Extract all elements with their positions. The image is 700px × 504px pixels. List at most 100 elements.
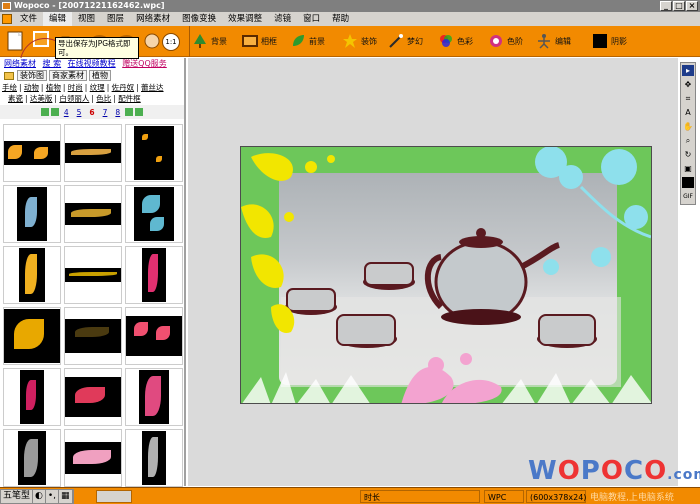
ime-punct-icon[interactable]: •, xyxy=(46,490,60,503)
next-page-icon[interactable] xyxy=(125,108,134,116)
menu-view[interactable]: 视图 xyxy=(72,12,101,26)
ime-mode[interactable]: 五笔型 xyxy=(1,490,34,503)
category-item[interactable]: 佐丹奴 xyxy=(112,83,135,92)
category-item[interactable]: 蕾丝达 xyxy=(141,83,164,92)
tool-color[interactable]: 色彩 xyxy=(438,32,473,50)
ime-keyboard-icon[interactable]: ▦ xyxy=(59,490,73,503)
thumbnail[interactable] xyxy=(125,307,183,365)
document-icon xyxy=(2,14,12,24)
menu-window[interactable]: 窗口 xyxy=(297,12,326,26)
edit-figure-icon xyxy=(538,34,550,49)
tooltip: 导出保存为JPG格式即可。 xyxy=(55,37,139,59)
status-watermark: 电脑教程,上电脑系统 xyxy=(590,493,674,503)
page-current: 6 xyxy=(89,107,95,117)
tool-levels[interactable]: 色阶 xyxy=(488,32,523,50)
menu-layer[interactable]: 图层 xyxy=(101,12,130,26)
category-item[interactable]: 色比 xyxy=(96,94,111,103)
prev-page-icon[interactable] xyxy=(50,108,59,116)
page-link[interactable]: 5 xyxy=(77,108,82,117)
title-bar: Wopoco - [20071221162462.wpc] _ □ × xyxy=(0,0,700,12)
thumbnail[interactable] xyxy=(3,307,61,365)
thumbnail[interactable] xyxy=(64,246,122,304)
hand-tool-icon[interactable]: ✋ xyxy=(682,121,694,132)
category-item[interactable]: 手绘 xyxy=(2,83,17,92)
thumbnail[interactable] xyxy=(3,429,61,487)
maximize-button[interactable]: □ xyxy=(673,1,685,11)
thumbnail[interactable] xyxy=(125,124,183,182)
minimize-button[interactable]: _ xyxy=(660,1,672,11)
thumbnail[interactable] xyxy=(3,185,61,243)
image-canvas[interactable] xyxy=(240,146,652,404)
link-search[interactable]: 搜 索 xyxy=(43,59,62,68)
zoom-1to1-button[interactable]: 1:1 xyxy=(162,33,180,51)
link-video-tutorial[interactable]: 在线视频教程 xyxy=(68,59,116,68)
thumbnail[interactable] xyxy=(64,124,122,182)
category-item[interactable]: 植物 xyxy=(46,83,61,92)
star-icon xyxy=(343,34,357,48)
category-item[interactable]: 配件框 xyxy=(118,94,141,103)
link-network-material[interactable]: 网络素材 xyxy=(4,59,36,68)
first-page-icon[interactable] xyxy=(40,108,49,116)
category-item[interactable]: 达美版 xyxy=(30,94,53,103)
thumbnail[interactable] xyxy=(64,429,122,487)
thumbnail[interactable] xyxy=(3,124,61,182)
canvas-workspace: WOPOCO.com xyxy=(188,58,700,486)
thumbnail[interactable] xyxy=(64,307,122,365)
ime-moon-icon[interactable]: ◐ xyxy=(33,490,46,503)
thumbnail[interactable] xyxy=(3,246,61,304)
color-swatch-icon[interactable] xyxy=(682,177,694,188)
category-item[interactable]: 素瓷 xyxy=(8,94,23,103)
breadcrumb-decoration[interactable]: 装饰图 xyxy=(17,70,47,81)
last-page-icon[interactable] xyxy=(135,108,144,116)
thumbnail[interactable] xyxy=(125,429,183,487)
close-button[interactable]: × xyxy=(686,1,698,11)
window-title: Wopoco - [20071221162462.wpc] xyxy=(14,1,165,10)
tool-foreground[interactable]: 前景 xyxy=(290,32,325,50)
crop-tool-icon[interactable]: ⌗ xyxy=(682,93,694,104)
thumbnail[interactable] xyxy=(3,368,61,426)
tool-decoration[interactable]: 装饰 xyxy=(342,32,377,50)
ime-bar: 五笔型 ◐ •, ▦ xyxy=(0,489,74,504)
category-item[interactable]: 动物 xyxy=(24,83,39,92)
menu-edit[interactable]: 编辑 xyxy=(43,12,73,26)
menu-network-material[interactable]: 网络素材 xyxy=(130,12,176,26)
thumbnail[interactable] xyxy=(64,185,122,243)
menu-image-transform[interactable]: 图像变换 xyxy=(176,12,222,26)
category-item[interactable]: 白领丽人 xyxy=(59,94,89,103)
menu-filter[interactable]: 滤镜 xyxy=(268,12,297,26)
breadcrumb-merchant[interactable]: 商家素材 xyxy=(49,70,87,81)
page-link[interactable]: 4 xyxy=(64,108,69,117)
menu-effects[interactable]: 效果调整 xyxy=(222,12,268,26)
tool-frame[interactable]: 相框 xyxy=(242,32,277,50)
menu-help[interactable]: 帮助 xyxy=(326,12,355,26)
page-link[interactable]: 7 xyxy=(103,108,108,117)
gif-tool-icon[interactable]: GIF xyxy=(682,191,694,202)
text-tool-icon[interactable]: A xyxy=(682,107,694,118)
rotate-tool-icon[interactable]: ↻ xyxy=(682,149,694,160)
tool-edit[interactable]: 编辑 xyxy=(536,32,571,50)
category-item[interactable]: 纹理 xyxy=(90,83,105,92)
page-link[interactable]: 8 xyxy=(115,108,120,117)
levels-icon xyxy=(490,35,502,47)
pointer-tool-icon[interactable]: ▸ xyxy=(682,65,694,76)
hand-icon[interactable] xyxy=(140,29,164,53)
status-format: WPC xyxy=(484,490,524,503)
tool-background[interactable]: 背景 xyxy=(192,32,227,50)
status-duration: 时长 xyxy=(360,490,480,503)
category-item[interactable]: 时尚 xyxy=(68,83,83,92)
zoom-tool-icon[interactable]: ⌕ xyxy=(682,135,694,146)
image-tool-icon[interactable]: ▣ xyxy=(682,163,694,174)
tool-shadow[interactable]: 阴影 xyxy=(592,32,627,50)
move-tool-icon[interactable]: ✥ xyxy=(682,79,694,90)
link-qq-service[interactable]: 赠送QQ服务 xyxy=(122,59,167,68)
menu-file[interactable]: 文件 xyxy=(14,12,43,26)
thumbnail[interactable] xyxy=(125,246,183,304)
wand-icon xyxy=(389,34,403,48)
tool-dream[interactable]: 梦幻 xyxy=(388,32,423,50)
thumbnail[interactable] xyxy=(64,368,122,426)
thumbnail[interactable] xyxy=(125,368,183,426)
breadcrumb-plants[interactable]: 植物 xyxy=(89,70,111,81)
thumbnail[interactable] xyxy=(125,185,183,243)
decoration-overlay xyxy=(241,147,651,403)
toolbar-separator xyxy=(189,26,190,57)
